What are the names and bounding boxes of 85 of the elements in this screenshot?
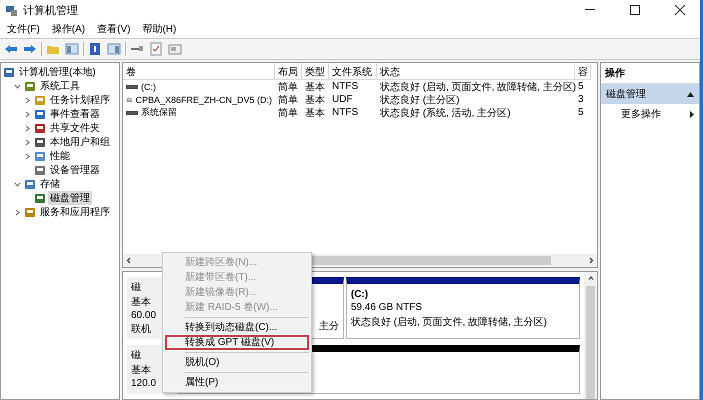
- node-icon: [34, 108, 46, 120]
- menu-item[interactable]: 脱机(O): [165, 355, 309, 370]
- scroll-up-icon[interactable]: [588, 275, 594, 282]
- table-cell: 3: [578, 94, 584, 105]
- node-icon: [24, 80, 36, 92]
- partition-info: 状态良好 (启动, 页面文件, 故障转储, 主分区): [350, 316, 547, 329]
- table-cell-text: 状态良好 (系统, 活动, 主分区): [380, 106, 511, 120]
- tree-item[interactable]: 共享文件夹: [48, 121, 102, 135]
- table-cell: NTFS: [332, 107, 358, 118]
- node-icon: [3, 66, 15, 78]
- table-cell-text: 简单: [278, 106, 298, 120]
- table-cell: NTFS: [332, 81, 358, 92]
- table-cell-text: 基本: [305, 106, 325, 120]
- tree-item[interactable]: 事件查看器: [48, 107, 102, 121]
- node-icon: [24, 206, 36, 218]
- panel-icon[interactable]: [106, 41, 122, 57]
- table-cell: 5: [578, 107, 584, 118]
- minimize-icon: [585, 9, 595, 11]
- node-icon: [34, 164, 46, 176]
- tree-item[interactable]: 磁盘管理: [48, 191, 92, 205]
- menu-item[interactable]: 操作(A): [46, 22, 90, 36]
- table-cell-text: 状态良好 (主分区): [380, 94, 460, 106]
- table-cell-text: 简单: [278, 94, 298, 106]
- node-icon: [34, 122, 46, 134]
- tree-item[interactable]: 设备管理器: [48, 163, 102, 177]
- tree-item[interactable]: 计算机管理(本地): [17, 65, 98, 79]
- disk-info: 60.00: [131, 310, 158, 321]
- action-section[interactable]: 磁盘管理: [601, 84, 699, 104]
- tree-item[interactable]: 存储: [38, 177, 62, 191]
- submenu-arrow-icon: [690, 110, 694, 118]
- menu-item[interactable]: 帮助(H): [137, 22, 182, 36]
- table-cell-text: 基本: [305, 80, 325, 94]
- collapse-arrow-icon[interactable]: [687, 92, 694, 96]
- table-cell: 系统保留: [141, 106, 177, 119]
- node-icon: [24, 178, 36, 190]
- table-cell-text: 简单: [278, 80, 298, 94]
- volume-icon: [126, 84, 138, 88]
- column-header[interactable]: 类型: [302, 63, 329, 80]
- disk-info: 联机: [131, 322, 152, 336]
- node-icon: [34, 192, 46, 204]
- menu-item[interactable]: 查看(V): [92, 22, 136, 36]
- partition-block[interactable]: (C:) 59.46 GB NTFS 状态良好 (启动, 页面文件, 故障转储, 主分区): [346, 277, 580, 339]
- menu-item[interactable]: 转换成 GPT 磁盘(V): [165, 335, 309, 350]
- action-item[interactable]: 更多操作: [601, 104, 699, 124]
- tree-item[interactable]: 性能: [48, 149, 72, 163]
- tree-item[interactable]: 本地用户和组: [48, 135, 112, 149]
- partition-info: (C:): [350, 289, 368, 300]
- table-cell: UDF: [332, 94, 353, 105]
- menu-item[interactable]: 转换到动态磁盘(C)...: [165, 320, 309, 335]
- close-icon: [675, 5, 685, 15]
- tree-item[interactable]: 服务和应用程序: [38, 205, 112, 219]
- window-title: 计算机管理: [23, 4, 79, 18]
- column-header[interactable]: 容: [575, 63, 591, 80]
- table-cell: (C:): [141, 82, 156, 92]
- partition-info: 59.46 GB NTFS: [350, 302, 422, 313]
- table-cell: CPBA_X86FRE_ZH-CN_DV5 (D:): [135, 94, 272, 104]
- disk-info: 基本: [131, 296, 152, 309]
- column-header[interactable]: 文件系统: [329, 63, 377, 80]
- disk-info: 磁: [131, 349, 142, 362]
- scroll-right-icon[interactable]: [588, 257, 594, 264]
- disk-info: 磁: [131, 281, 142, 294]
- panel-icon[interactable]: [64, 41, 80, 57]
- disk-info: 基本: [131, 364, 152, 377]
- disk-info: 120.0: [131, 378, 158, 389]
- optical-drive-icon: [126, 94, 132, 104]
- node-icon: [34, 94, 46, 106]
- table-cell: 5: [578, 81, 584, 92]
- maximize-icon: [630, 5, 640, 15]
- table-cell-text: 状态良好 (启动, 页面文件, 故障转储, 主分区): [380, 80, 576, 94]
- app-icon: [5, 4, 18, 16]
- table-cell-text: 基本: [305, 94, 325, 106]
- volume-icon: [126, 110, 138, 114]
- column-header[interactable]: 卷: [123, 63, 275, 80]
- menu-item[interactable]: 属性(P): [165, 375, 309, 390]
- scrollbar-thumb[interactable]: [586, 286, 595, 399]
- menu-item[interactable]: 文件(F): [2, 22, 45, 36]
- tree-item[interactable]: 系统工具: [38, 79, 82, 93]
- column-header[interactable]: 状态: [377, 63, 575, 80]
- node-icon: [34, 150, 46, 162]
- scroll-left-icon[interactable]: [126, 257, 132, 264]
- tree-item[interactable]: 任务计划程序: [48, 93, 112, 107]
- checklist-icon[interactable]: [148, 41, 164, 57]
- column-header[interactable]: 布局: [275, 63, 302, 80]
- node-icon: [34, 136, 46, 148]
- partition-info: 主分: [318, 320, 339, 333]
